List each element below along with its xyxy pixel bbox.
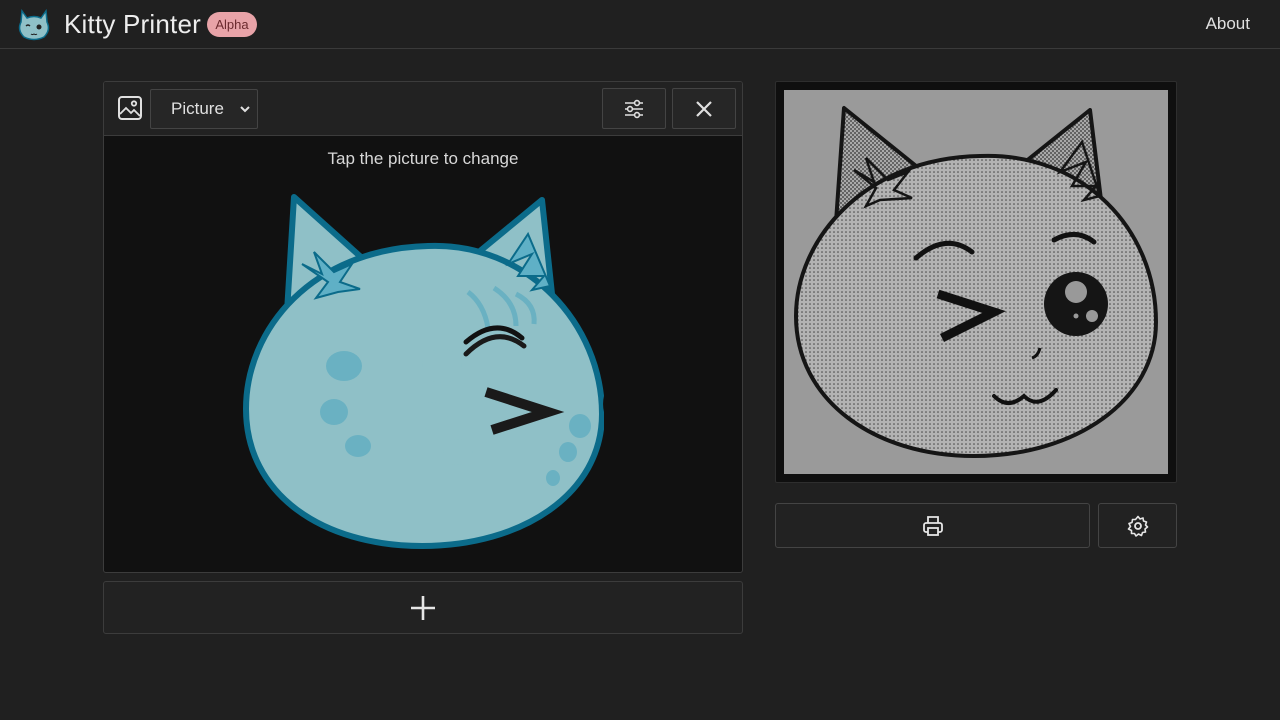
settings-button[interactable]: [1098, 503, 1177, 548]
print-preview: [775, 81, 1177, 483]
dithered-preview-canvas: [784, 90, 1168, 474]
plus-icon: [411, 595, 435, 620]
add-item-button[interactable]: [103, 581, 743, 634]
close-button[interactable]: [672, 88, 736, 129]
nav-about-link[interactable]: About: [1206, 12, 1250, 36]
navbar: Kitty Printer Alpha About: [0, 0, 1280, 49]
brand-name[interactable]: Kitty Printer: [64, 8, 201, 40]
image-icon: [118, 96, 142, 120]
content-type-value: Picture: [171, 99, 224, 118]
kitty-logo-icon[interactable]: [16, 7, 52, 43]
adjustments-button[interactable]: [602, 88, 666, 129]
cat-picture[interactable]: [242, 194, 604, 552]
print-button[interactable]: [775, 503, 1090, 548]
content-type-select[interactable]: Picture: [150, 89, 258, 129]
change-picture-hint: Tap the picture to change: [327, 149, 519, 168]
sliders-icon: [625, 99, 643, 118]
dithered-cat-image: [793, 106, 1159, 459]
gear-icon: [1127, 515, 1148, 537]
picture-card: Picture Tap the picture to change: [103, 81, 743, 573]
chevron-down-icon: [240, 106, 250, 113]
printer-icon: [922, 515, 943, 536]
card-header: Picture: [104, 82, 742, 136]
alpha-badge: Alpha: [207, 12, 257, 37]
close-icon: [696, 100, 712, 117]
